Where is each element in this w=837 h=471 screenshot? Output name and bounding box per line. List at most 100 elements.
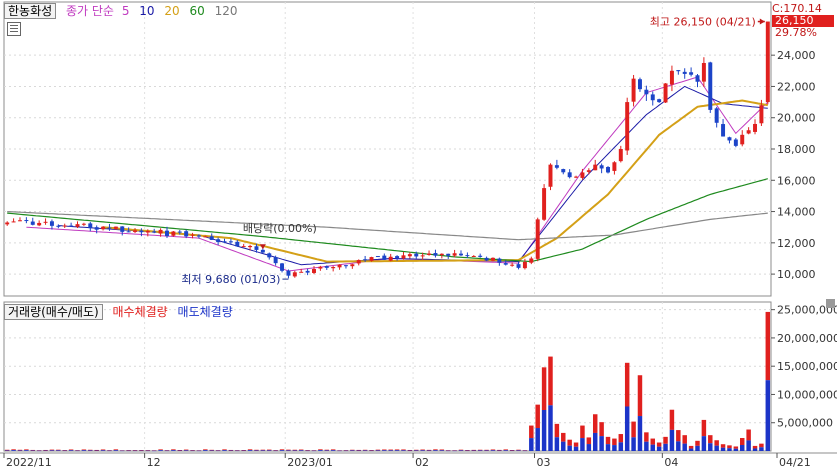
high-arrow-head: [759, 18, 765, 25]
candle-body: [701, 62, 706, 82]
stock-name-tag[interactable]: 한농화성: [4, 3, 57, 19]
volume-bar-sell: [196, 450, 202, 452]
volume-bar-buy: [407, 449, 413, 451]
volume-bar-sell: [752, 448, 758, 451]
volume-bar-sell: [497, 450, 502, 451]
volume-bar-buy: [126, 450, 131, 451]
stock-chart-window: 10,000 12,000 14,000 16,000 18,000 20,000 22,0…: [0, 0, 837, 471]
volume-label[interactable]: 거래량(매수/매도): [4, 304, 103, 320]
volume-bar-buy: [701, 419, 707, 437]
candle-body: [542, 188, 547, 220]
candle-body: [343, 265, 348, 267]
volume-bar-sell: [458, 450, 464, 451]
candle-body: [286, 270, 291, 276]
candle-body: [120, 226, 125, 232]
volume-bar-sell: [509, 450, 515, 452]
volume-bar-sell: [132, 450, 138, 452]
volume-bar-sell: [624, 406, 630, 451]
candle-body: [228, 241, 233, 243]
ma-prefix-label: 종가 단순: [66, 4, 114, 18]
volume-bar-buy: [765, 311, 771, 381]
volume-bar-buy: [260, 449, 266, 451]
date-tick-label: 04/21: [779, 456, 811, 469]
candle-body: [133, 230, 138, 232]
candle-body: [81, 223, 86, 225]
volume-bar-buy: [746, 429, 751, 441]
volume-bar-sell: [362, 450, 368, 451]
volume-bar-sell: [158, 450, 163, 451]
volume-bar-sell: [177, 450, 183, 451]
volume-bar-buy: [30, 449, 35, 451]
volume-bar-sell: [407, 450, 413, 451]
candle-body: [113, 226, 118, 229]
volume-bar-buy: [183, 449, 189, 451]
volume-bar-sell: [426, 450, 432, 451]
volume-bar-buy: [561, 432, 566, 442]
volume-bar-buy: [509, 450, 515, 451]
volume-scroll-handle[interactable]: [826, 299, 835, 308]
volume-bar-sell: [503, 450, 508, 451]
volume-bar-sell: [273, 450, 278, 452]
volume-bar-sell: [94, 450, 99, 451]
volume-bar-sell: [36, 450, 42, 452]
volume-bar-sell: [164, 450, 170, 452]
candle-body: [363, 259, 368, 261]
volume-bar-sell: [388, 450, 393, 451]
candle-body: [177, 231, 182, 233]
candle-body: [62, 225, 67, 227]
volume-bar-sell: [68, 450, 74, 451]
volume-bar-buy: [388, 449, 393, 451]
volume-bar-sell: [350, 450, 355, 451]
volume-bar-sell: [145, 450, 151, 452]
volume-bar-sell: [183, 450, 189, 451]
volume-bar-buy: [477, 449, 483, 451]
volume-bar-sell: [592, 432, 598, 451]
candle-body: [516, 264, 521, 268]
candle-body: [650, 94, 655, 101]
candle-body: [94, 227, 99, 230]
grid-toggle-icon[interactable]: [7, 22, 21, 36]
candle-body: [631, 78, 636, 102]
candle-body: [139, 230, 144, 233]
candle-body: [599, 165, 604, 169]
volume-bar-buy: [605, 436, 611, 445]
candle-body: [733, 139, 738, 146]
volume-bar-sell: [151, 450, 157, 452]
candle-body: [196, 235, 201, 237]
volume-bar-sell: [720, 447, 726, 451]
volume-bar-buy: [752, 445, 758, 449]
candle-body: [56, 225, 61, 227]
volume-bar-sell: [433, 450, 438, 451]
volume-bar-sell: [605, 444, 611, 451]
volume-tick-label: 5,000,000: [777, 417, 833, 430]
candle-body: [452, 253, 457, 256]
volume-bar-buy: [145, 450, 151, 451]
candle-body: [101, 226, 106, 230]
candle-body: [708, 62, 713, 110]
candle-body: [618, 149, 623, 162]
volume-bar-buy: [759, 443, 764, 448]
candle-body: [37, 222, 42, 226]
chart-canvas[interactable]: 10,000 12,000 14,000 16,000 18,000 20,000 22,0…: [0, 0, 837, 471]
volume-tick-label: 15,000,000: [777, 360, 837, 373]
volume-bar-buy: [68, 449, 74, 451]
candle-body: [695, 75, 700, 82]
price-tick-label: 12,000: [777, 237, 816, 250]
volume-bar-sell: [75, 450, 80, 452]
candle-body: [299, 271, 304, 273]
candle-body: [280, 263, 285, 271]
volume-bar-buy: [94, 449, 99, 451]
volume-bar-sell: [516, 450, 521, 451]
volume-bar-buy: [708, 435, 713, 444]
buy-volume-label: 매수체결량: [112, 305, 168, 319]
volume-bar-buy: [158, 449, 163, 451]
candle-body: [388, 256, 393, 261]
volume-bar-buy: [203, 449, 208, 451]
date-tick-label: 03: [537, 456, 551, 469]
volume-bar-buy: [573, 442, 579, 447]
candle-body: [126, 231, 131, 233]
volume-bar-buy: [676, 430, 681, 442]
candle-body: [184, 231, 189, 237]
volume-bar-buy: [414, 449, 419, 451]
volume-bar-sell: [708, 443, 713, 451]
